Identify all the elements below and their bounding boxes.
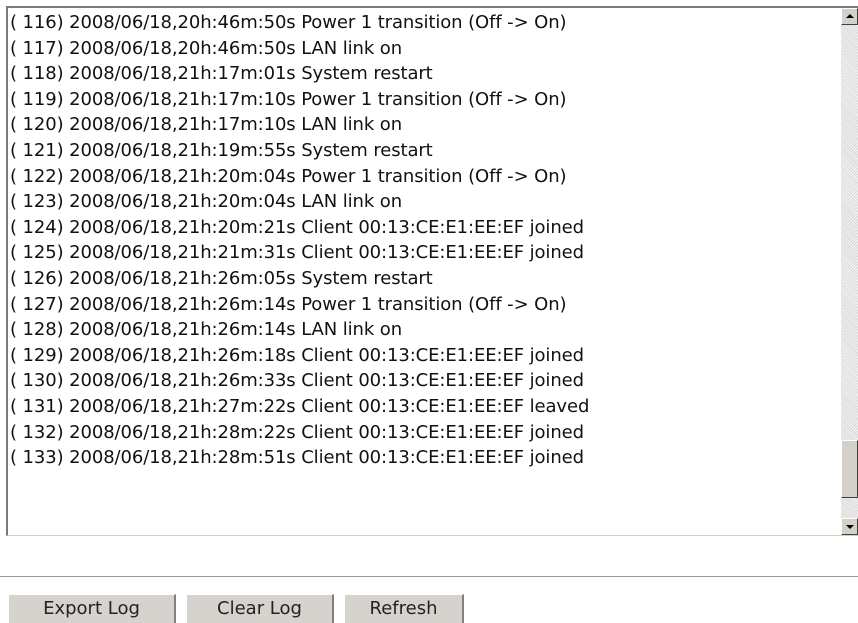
log-line: ( 128) 2008/06/18,21h:26m:14s LAN link o…	[10, 319, 403, 341]
log-line: ( 130) 2008/06/18,21h:26m:33s Client 00:…	[10, 370, 584, 392]
log-line: ( 126) 2008/06/18,21h:26m:05s System res…	[10, 267, 433, 289]
log-line: ( 122) 2008/06/18,21h:20m:04s Power 1 tr…	[10, 165, 567, 187]
log-line: ( 118) 2008/06/18,21h:17m:01s System res…	[10, 63, 433, 85]
log-line: ( 131) 2008/06/18,21h:27m:22s Client 00:…	[10, 395, 590, 417]
log-lines: ( 116) 2008/06/18,20h:46m:50s Power 1 tr…	[10, 10, 840, 535]
arrow-up-icon	[846, 14, 854, 18]
log-line: ( 116) 2008/06/18,20h:46m:50s Power 1 tr…	[10, 12, 567, 33]
log-line: ( 123) 2008/06/18,21h:20m:04s LAN link o…	[10, 191, 403, 213]
log-line: ( 119) 2008/06/18,21h:17m:10s Power 1 tr…	[10, 88, 567, 110]
log-line: ( 117) 2008/06/18,20h:46m:50s LAN link o…	[10, 37, 403, 59]
log-line: ( 127) 2008/06/18,21h:26m:14s Power 1 tr…	[10, 293, 567, 315]
refresh-button[interactable]: Refresh	[344, 594, 464, 623]
log-textarea[interactable]: ( 116) 2008/06/18,20h:46m:50s Power 1 tr…	[6, 6, 858, 536]
log-line: ( 124) 2008/06/18,21h:20m:21s Client 00:…	[10, 216, 584, 238]
system-log-page: ( 116) 2008/06/18,20h:46m:50s Power 1 tr…	[0, 0, 858, 623]
log-line: ( 129) 2008/06/18,21h:26m:18s Client 00:…	[10, 344, 584, 366]
log-line: ( 133) 2008/06/18,21h:28m:51s Client 00:…	[10, 447, 584, 469]
scroll-thumb[interactable]	[841, 440, 858, 498]
log-line: ( 121) 2008/06/18,21h:19m:55s System res…	[10, 139, 433, 161]
export-log-button[interactable]: Export Log	[8, 594, 176, 623]
divider	[0, 576, 858, 578]
scroll-up-button[interactable]	[841, 8, 858, 25]
log-scrollbar[interactable]	[841, 8, 858, 535]
log-line: ( 120) 2008/06/18,21h:17m:10s LAN link o…	[10, 114, 403, 136]
scroll-down-button[interactable]	[841, 518, 858, 535]
log-line: ( 132) 2008/06/18,21h:28m:22s Client 00:…	[10, 421, 584, 443]
clear-log-button[interactable]: Clear Log	[186, 594, 334, 623]
log-line: ( 125) 2008/06/18,21h:21m:31s Client 00:…	[10, 242, 584, 264]
arrow-down-icon	[846, 525, 854, 529]
